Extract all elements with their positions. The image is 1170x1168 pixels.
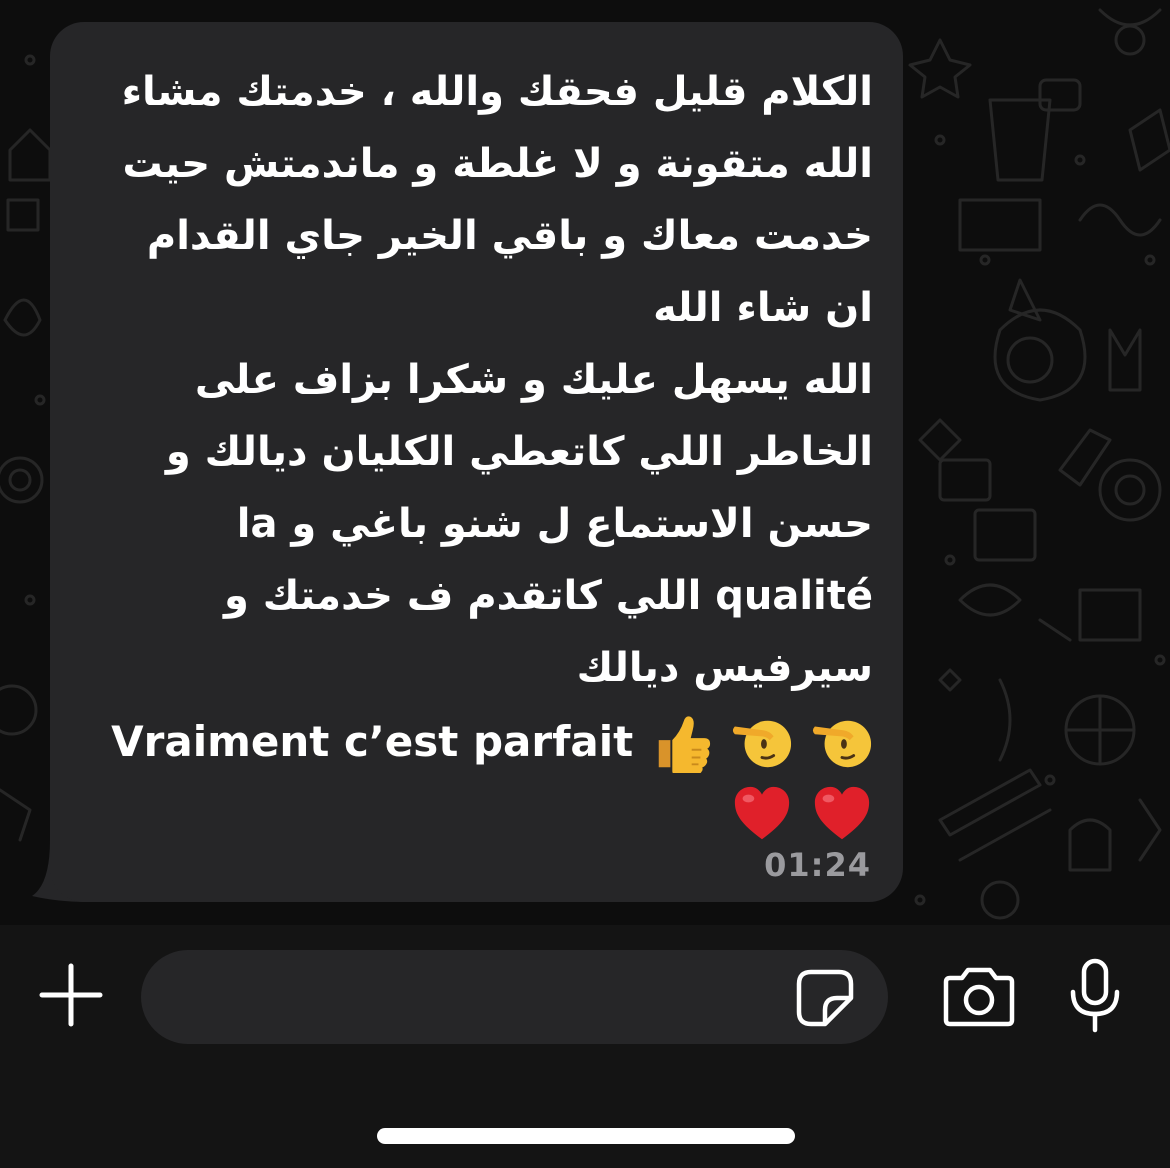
saluting-face-icon bbox=[812, 720, 872, 768]
red-heart-icon bbox=[814, 786, 870, 840]
message-input[interactable] bbox=[141, 950, 888, 1044]
message-line: خدمت معاك و باقي الخير جاي القدام bbox=[146, 213, 873, 259]
red-heart-icon bbox=[734, 786, 790, 840]
sticker-icon[interactable] bbox=[795, 968, 855, 1028]
thumbs-up-icon bbox=[658, 716, 711, 775]
incoming-message-bubble[interactable]: الكلام قليل فحقك والله ، خدمتك مشاء الله… bbox=[50, 22, 903, 902]
home-indicator[interactable] bbox=[377, 1128, 795, 1144]
french-line-row: Vraiment c’est parfait bbox=[73, 704, 873, 776]
message-text: الكلام قليل فحقك والله ، خدمتك مشاء الله… bbox=[73, 56, 873, 848]
message-line: الله متقونة و لا غلطة و ماندمتش حيت bbox=[122, 141, 873, 187]
chat-screen: الكلام قليل فحقك والله ، خدمتك مشاء الله… bbox=[0, 0, 1170, 1168]
message-line: ان شاء الله bbox=[653, 285, 873, 331]
message-timestamp: 01:24 bbox=[764, 846, 871, 884]
message-line: الله يسهل عليك و شكرا بزاف على bbox=[194, 357, 873, 403]
message-line: سيرفيس ديالك bbox=[576, 645, 873, 691]
saluting-face-icon bbox=[733, 720, 792, 768]
chat-area[interactable]: الكلام قليل فحقك والله ، خدمتك مشاء الله… bbox=[0, 0, 1170, 925]
message-line: الكلام قليل فحقك والله ، خدمتك مشاء bbox=[121, 69, 873, 115]
message-line: حسن الاستماع ل شنو باغي و la bbox=[236, 501, 873, 547]
plus-icon[interactable] bbox=[38, 962, 104, 1028]
message-line: qualité اللي كاتقدم ف خدمتك و bbox=[223, 573, 873, 619]
hearts-row bbox=[73, 776, 873, 848]
camera-icon[interactable] bbox=[940, 966, 1018, 1028]
french-line-text: Vraiment c’est parfait bbox=[111, 717, 634, 766]
microphone-icon[interactable] bbox=[1068, 958, 1122, 1034]
message-line: الخاطر اللي كاتعطي الكليان ديالك و bbox=[165, 429, 873, 475]
